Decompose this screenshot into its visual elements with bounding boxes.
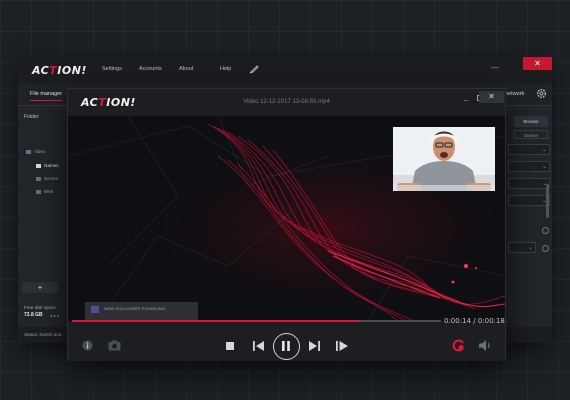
webcam-overlay xyxy=(393,127,495,191)
gear-icon[interactable] xyxy=(542,245,549,252)
player-window: ACTION! Video 12-12-2017 13-08-55.mp4 _ … xyxy=(67,88,506,361)
seek-row: 0:00:14 / 0:00:18 xyxy=(68,316,505,326)
tree-item-web[interactable]: Web xyxy=(36,189,53,194)
option-dropdown[interactable]: ⌄ xyxy=(508,195,550,206)
skip-forward-icon[interactable] xyxy=(309,341,320,351)
close-button[interactable]: ✕ xyxy=(523,57,552,70)
status-label: Status: Switch and... xyxy=(24,332,66,337)
menu-about[interactable]: About xyxy=(179,66,193,72)
streamer-avatar xyxy=(393,127,495,191)
tab-file-manager[interactable]: File manager xyxy=(30,91,63,101)
disk-status-indicator: ●●● xyxy=(50,313,61,318)
video-frame[interactable]: NEW FOLLOWER FOUNDING xyxy=(68,116,505,321)
free-space-value: 72.8 GB xyxy=(24,312,43,318)
panel-scrollbar[interactable] xyxy=(546,184,549,218)
menu-help[interactable]: Help xyxy=(220,66,231,72)
pause-button[interactable] xyxy=(273,333,300,360)
player-titlebar: ACTION! Video 12-12-2017 13-08-55.mp4 _ … xyxy=(68,89,505,116)
seek-bar[interactable] xyxy=(72,320,441,322)
options-panel: Browse Device ⌄ ⌄ ⌄ ⌄ ⌄ xyxy=(506,106,552,327)
screen-icon xyxy=(36,176,41,181)
option-dropdown[interactable]: ⌄ xyxy=(508,161,550,172)
upload-icon[interactable] xyxy=(452,339,465,352)
chevron-down-icon: ⌄ xyxy=(541,164,547,170)
tree-item-games[interactable]: Games xyxy=(36,163,59,168)
seek-progress xyxy=(72,320,360,322)
tree-item-video[interactable]: Video xyxy=(26,149,45,154)
option-dropdown[interactable]: ⌄ xyxy=(508,242,536,253)
folder-label: Folder: xyxy=(24,114,40,120)
pen-icon[interactable] xyxy=(249,64,259,74)
option-dropdown[interactable]: ⌄ xyxy=(508,144,550,155)
info-icon[interactable] xyxy=(82,340,93,351)
action-logo: ACTION! xyxy=(32,64,87,77)
close-button[interactable]: ✕ xyxy=(479,91,504,103)
tab-network[interactable]: network xyxy=(505,91,524,97)
web-icon xyxy=(36,189,41,194)
folder-panel: Folder: Video Games Screen Web + Free di… xyxy=(18,106,68,327)
gamepad-icon xyxy=(36,163,41,168)
screenshot-icon[interactable] xyxy=(108,340,121,351)
free-space-label: Free disk space xyxy=(24,305,56,310)
pause-icon xyxy=(282,341,290,351)
option-dropdown[interactable]: ⌄ xyxy=(508,178,550,189)
info-icon[interactable] xyxy=(542,227,549,234)
add-folder-button[interactable]: + xyxy=(22,282,58,293)
chevron-down-icon: ⌄ xyxy=(527,245,533,251)
menu-accounts[interactable]: Accounts xyxy=(139,66,162,72)
minimize-button[interactable]: — xyxy=(487,62,503,76)
skip-back-icon[interactable] xyxy=(253,341,264,351)
next-frame-icon[interactable] xyxy=(336,341,348,351)
browse-button[interactable]: Browse xyxy=(514,116,548,127)
video-title: Video 12-12-2017 13-08-55.mp4 xyxy=(243,99,330,105)
main-titlebar: ACTION! Settings Accounts About Help — ✕ xyxy=(18,57,552,84)
chevron-down-icon: ⌄ xyxy=(541,147,547,153)
tree-item-screen[interactable]: Screen xyxy=(36,176,58,181)
stop-icon[interactable] xyxy=(226,342,234,350)
follower-notification-text: NEW FOLLOWER FOUNDING xyxy=(104,306,166,311)
volume-icon[interactable] xyxy=(479,340,492,351)
menu-settings[interactable]: Settings xyxy=(102,66,122,72)
folder-icon xyxy=(26,149,31,154)
device-button[interactable]: Device xyxy=(514,130,548,139)
minimize-button[interactable]: _ xyxy=(460,92,472,102)
twitch-icon xyxy=(91,306,99,313)
gear-icon[interactable] xyxy=(536,88,547,99)
player-controls xyxy=(68,329,505,361)
time-readout: 0:00:14 / 0:00:18 xyxy=(444,317,505,325)
